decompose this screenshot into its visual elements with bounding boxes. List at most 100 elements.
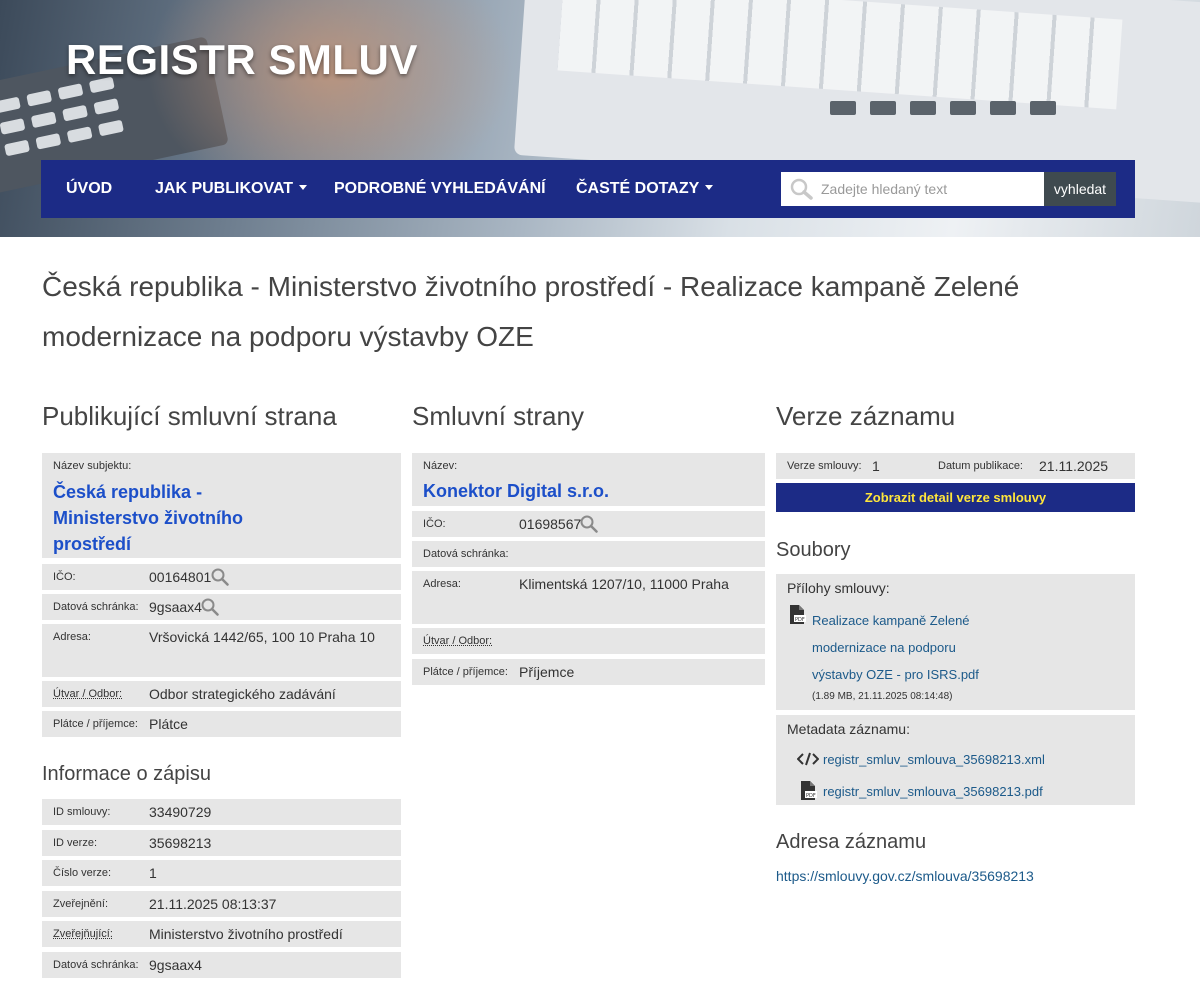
caret-down-icon <box>705 185 714 190</box>
publisher-name-link[interactable]: Česká republika - Ministerstvo životního… <box>53 479 293 557</box>
party-ico-row: IČO: 01698567 <box>412 511 765 537</box>
search-ico-icon[interactable] <box>211 568 229 586</box>
field-value: 35698213 <box>149 835 212 851</box>
version-value: 1 <box>872 458 880 474</box>
attachment-link[interactable]: Realizace kampaně Zelené modernizace na … <box>812 607 979 688</box>
field-label: Název subjektu: <box>53 460 132 472</box>
page-title: Česká republika - Ministerstvo životního… <box>42 271 1020 352</box>
field-label: Plátce / příjemce: <box>53 718 138 730</box>
party-payer-value: Příjemce <box>519 664 575 680</box>
field-label: Adresa: <box>423 578 461 590</box>
nav-item-podrobne-vyhledavani[interactable]: PODROBNÉ VYHLEDÁVÁNÍ <box>334 160 546 218</box>
search-input[interactable] <box>821 172 1041 206</box>
publisher-address-value: Vršovická 1442/65, 100 10 Praha 10 <box>149 629 375 645</box>
nav-item-jak-publikovat[interactable]: JAK PUBLIKOVAT <box>155 160 308 218</box>
record-info-row: Zveřejnění: 21.11.2025 08:13:37 <box>42 891 401 917</box>
party-payer-row: Plátce / příjemce: Příjemce <box>412 659 765 685</box>
metadata-pdf-link[interactable]: registr_smluv_smlouva_35698213.pdf <box>823 784 1043 799</box>
party-databox-row: Datová schránka: <box>412 541 765 567</box>
publisher-databox-row: Datová schránka: 9gsaax4 <box>42 594 401 620</box>
party-dept-row: Útvar / Odbor: <box>412 628 765 654</box>
field-label: Zveřejňující: <box>53 928 113 940</box>
party-ico-value: 01698567 <box>519 516 582 532</box>
field-label: Verze smlouvy: <box>787 460 862 472</box>
field-label: Datová schránka: <box>423 548 509 560</box>
record-info-row: Zveřejňující: Ministerstvo životního pro… <box>42 921 401 947</box>
pdf-file-icon: PDF <box>801 781 817 800</box>
publisher-ico-row: IČO: 00164801 <box>42 564 401 590</box>
attachments-label: Přílohy smlouvy: <box>787 580 890 596</box>
record-info-row: ID smlouvy: 33490729 <box>42 799 401 825</box>
field-value: Ministerstvo životního prostředí <box>149 926 343 942</box>
field-label: IČO: <box>53 571 76 583</box>
nav-item-label: ÚVOD <box>66 180 113 197</box>
field-label: Datová schránka: <box>53 959 139 971</box>
attachment-meta: (1.89 MB, 21.11.2025 08:14:48) <box>812 691 953 702</box>
publisher-address-row: Adresa: Vršovická 1442/65, 100 10 Praha … <box>42 624 401 677</box>
publisher-payer-row: Plátce / příjemce: Plátce <box>42 711 401 737</box>
field-label: Zveřejnění: <box>53 898 109 910</box>
record-info-row: ID verze: 35698213 <box>42 830 401 856</box>
field-label: Adresa: <box>53 631 91 643</box>
nav-item-uvod[interactable]: ÚVOD <box>66 160 112 218</box>
publisher-dept-row: Útvar / Odbor: Odbor strategického zadáv… <box>42 681 401 707</box>
field-label: ID verze: <box>53 837 98 849</box>
metadata-xml-link[interactable]: registr_smluv_smlouva_35698213.xml <box>823 752 1045 767</box>
nav-item-label: PODROBNÉ VYHLEDÁVÁNÍ <box>334 180 546 197</box>
svg-text:PDF: PDF <box>795 617 805 623</box>
field-value: 33490729 <box>149 804 212 820</box>
svg-text:PDF: PDF <box>806 793 816 799</box>
nav-item-label: JAK PUBLIKOVAT <box>155 180 294 197</box>
publish-date-value: 21.11.2025 <box>1039 458 1109 474</box>
main-navbar: ÚVOD JAK PUBLIKOVAT PODROBNÉ VYHLEDÁVÁNÍ… <box>41 160 1135 218</box>
show-version-detail-button[interactable]: Zobrazit detail verze smlouvy <box>776 483 1135 512</box>
field-label: Název: <box>423 460 458 472</box>
files-heading: Soubory <box>776 539 851 561</box>
field-label: Číslo verze: <box>53 867 112 879</box>
party-name-link[interactable]: Konektor Digital s.r.o. <box>423 478 609 504</box>
version-heading: Verze záznamu <box>776 401 956 431</box>
field-label: Útvar / Odbor: <box>53 688 123 700</box>
field-label: Útvar / Odbor: <box>423 635 493 647</box>
attachments-box: Přílohy smlouvy: PDF Realizace kampaně Z… <box>776 574 1135 710</box>
publisher-name-row: Název subjektu: Česká republika - Minist… <box>42 453 401 558</box>
site-title[interactable]: REGISTR SMLUV <box>66 36 418 84</box>
metadata-label: Metadata záznamu: <box>787 721 910 737</box>
search-button[interactable]: vyhledat <box>1044 172 1116 206</box>
publisher-ico-value: 00164801 <box>149 569 212 585</box>
version-row: Verze smlouvy: 1 Datum publikace: 21.11.… <box>776 453 1135 479</box>
record-info-heading: Informace o zápisu <box>42 763 211 785</box>
field-label: IČO: <box>423 518 446 530</box>
pdf-file-icon: PDF <box>790 605 806 624</box>
metadata-box: Metadata záznamu: registr_smluv_smlouva_… <box>776 715 1135 805</box>
record-url-link[interactable]: https://smlouvy.gov.cz/smlouva/35698213 <box>776 868 1034 884</box>
parties-heading: Smluvní strany <box>412 401 584 431</box>
field-value: 1 <box>149 865 157 881</box>
publisher-databox-value: 9gsaax4 <box>149 599 202 615</box>
nav-item-label: ČASTÉ DOTAZY <box>576 180 700 197</box>
search-icon <box>790 178 813 200</box>
publisher-dept-value: Odbor strategického zadávání <box>149 686 336 702</box>
field-label: ID smlouvy: <box>53 806 111 818</box>
search-databox-icon[interactable] <box>201 598 219 616</box>
caret-down-icon <box>299 185 308 190</box>
field-label: Plátce / příjemce: <box>423 666 508 678</box>
field-value: 21.11.2025 08:13:37 <box>149 896 277 912</box>
record-info-row: Číslo verze: 1 <box>42 860 401 886</box>
attachment-link-line: Realizace kampaně Zelené <box>812 613 970 628</box>
party-name-row: Název: Konektor Digital s.r.o. <box>412 453 765 506</box>
record-address-heading: Adresa záznamu <box>776 831 927 853</box>
nav-item-caste-dotazy[interactable]: ČASTÉ DOTAZY <box>576 160 714 218</box>
code-icon <box>797 752 819 766</box>
field-value: 9gsaax4 <box>149 957 202 973</box>
search-ico-icon[interactable] <box>580 515 598 533</box>
field-label: Datum publikace: <box>938 460 1023 472</box>
party-address-value: Klimentská 1207/10, 11000 Praha <box>519 576 729 592</box>
party-address-row: Adresa: Klimentská 1207/10, 11000 Praha <box>412 571 765 624</box>
attachment-link-line: modernizace na podporu <box>812 640 956 655</box>
publisher-payer-value: Plátce <box>149 716 188 732</box>
record-info-row: Datová schránka: 9gsaax4 <box>42 952 401 978</box>
publisher-heading: Publikující smluvní strana <box>42 401 337 431</box>
field-label: Datová schránka: <box>53 601 139 613</box>
attachment-link-line: výstavby OZE - pro ISRS.pdf <box>812 667 979 682</box>
